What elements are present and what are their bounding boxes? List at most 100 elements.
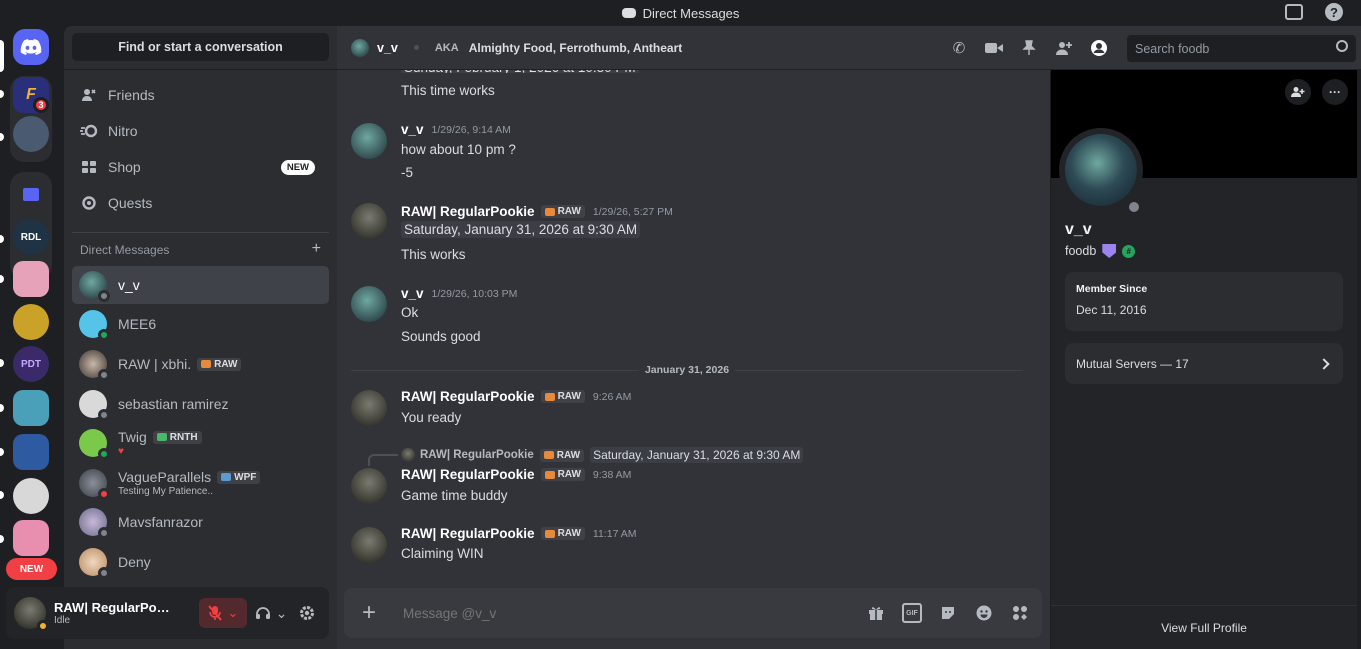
message-author[interactable]: RAW| RegularPookie [401,389,535,404]
dm-item-twig[interactable]: Twig RNTH ♥ [72,424,329,462]
server-sketch[interactable] [13,478,49,514]
message-text: This time works [401,83,495,98]
search-placeholder: Search foodb [1135,41,1210,56]
aka-label: AKA [434,41,459,54]
nav-quests[interactable]: Quests [72,186,329,220]
chevron-right-icon [1318,357,1330,370]
message-author[interactable]: RAW| RegularPookie [401,204,535,219]
message-avatar[interactable] [351,203,387,239]
dm-item-sebastian[interactable]: sebastian ramirez [72,385,329,423]
emoji-icon[interactable] [974,603,994,623]
unread-indicator [0,535,4,543]
server-pink[interactable] [13,261,49,297]
folder-icon[interactable] [13,176,49,212]
dm-header-label: Direct Messages [80,243,170,257]
server-tag: RAW [539,448,585,462]
dm-item-v_v[interactable]: v_v [72,266,329,304]
message-author[interactable]: v_v [401,286,424,301]
sticker-icon[interactable] [938,603,958,623]
server-tag: RNTH [152,430,202,444]
settings-button[interactable] [295,598,319,628]
dm-title[interactable]: v_v [377,41,398,55]
server-pdt[interactable]: PDT [13,346,49,382]
message-time: 11:17 AM [592,527,637,540]
add-friend-icon [1291,87,1305,97]
window-edge [1357,26,1361,649]
help-icon[interactable]: ? [1325,3,1343,21]
reply-text: Saturday, January 31, 2026 at 9:30 AM [590,447,804,463]
nav-friends[interactable]: Friends [72,78,329,112]
deafen-button[interactable]: ⌄ [253,598,289,628]
message-avatar[interactable] [351,123,387,159]
server-champions[interactable] [13,304,49,340]
nav-shop[interactable]: Shop NEW [72,150,329,184]
gamepad-icon [221,473,232,481]
reply-avatar [401,448,415,462]
server-sakura[interactable] [13,520,49,556]
dm-item-deny[interactable]: Deny [72,543,329,581]
message-avatar[interactable] [351,527,387,563]
message-text: You ready [401,410,462,425]
inbox-button[interactable] [1285,3,1303,21]
new-unreads-pill[interactable]: NEW [6,558,57,580]
attach-plus-icon[interactable]: + [358,599,380,626]
apps-icon[interactable] [1010,603,1030,623]
message-author[interactable]: RAW| RegularPookie [401,526,535,541]
server-duo[interactable] [13,116,49,152]
selected-indicator [0,40,4,72]
reply-preview[interactable]: RAW| RegularPookie RAW Saturday, January… [401,447,804,463]
nav-label: Shop [108,159,141,175]
timestamp-highlight: Saturday, January 31, 2026 at 9:30 AM [401,221,641,238]
dm-item-vagueparallels[interactable]: VagueParallels WPF Testing My Patience.. [72,464,329,502]
dm-item-raw-xbhi[interactable]: RAW | xbhi. RAW [72,345,329,383]
create-dm-icon[interactable]: + [312,241,321,257]
user-avatar[interactable] [14,597,49,632]
message-text: Game time buddy [401,488,508,503]
video-call-icon[interactable] [984,39,1004,57]
server-tag-label: RAW [557,528,581,539]
message-avatar[interactable] [351,286,387,322]
server-rdl[interactable]: RDL [13,219,49,255]
home-button[interactable] [13,29,49,65]
date-divider-label: January 31, 2026 [644,364,730,376]
user-profile-icon[interactable] [1089,39,1109,57]
find-conversation-button[interactable]: Find or start a conversation [72,33,329,61]
gift-icon[interactable] [866,603,886,623]
message-input[interactable] [403,605,843,621]
server-tag: WPF [217,470,261,484]
server-rail: F 3 RDL PDT NEW [0,26,64,649]
avatar [79,429,110,460]
dm-name: VagueParallels [118,469,212,485]
pin-icon[interactable] [1019,39,1039,57]
profile-username: foodb [1065,244,1097,258]
view-full-profile-button[interactable]: View Full Profile [1051,605,1357,649]
gif-icon[interactable]: GIF [902,603,922,623]
profile-display-name: v_v [1065,221,1092,238]
voice-call-icon[interactable]: ✆ [949,39,969,57]
message-text: Ok [401,305,419,320]
add-friends-to-dm-icon[interactable] [1054,39,1074,57]
dm-item-mavsfanrazor[interactable]: Mavsfanrazor [72,503,329,541]
fox-icon [544,207,555,216]
message-avatar[interactable] [351,468,387,504]
add-friend-button[interactable] [1285,79,1311,105]
message-avatar[interactable] [351,390,387,426]
message-author[interactable]: v_v [401,122,424,137]
hashtag-badge-icon: # [1122,244,1136,258]
message-author[interactable]: RAW| RegularPookie [401,467,535,482]
server-blue[interactable] [13,434,49,470]
mute-button[interactable]: ⌄ [199,598,247,628]
quests-icon [80,194,98,212]
nitro-badge-icon [1102,244,1117,258]
search-input[interactable]: Search foodb [1127,35,1356,62]
user-panel: RAW| RegularPookie Idle ⌄ ⌄ [6,587,329,639]
server-tag: RAW [540,468,585,481]
aka-names: Almighty Food, Ferrothumb, Antheart [468,40,683,55]
dm-item-mee6[interactable]: MEE6 [72,305,329,343]
gear-icon [300,606,314,620]
shop-icon [80,158,98,176]
more-options-button[interactable]: ··· [1322,79,1348,105]
nav-nitro[interactable]: Nitro [72,114,329,148]
server-anime[interactable] [13,390,49,426]
mutual-servers-button[interactable]: Mutual Servers — 17 [1065,343,1343,384]
